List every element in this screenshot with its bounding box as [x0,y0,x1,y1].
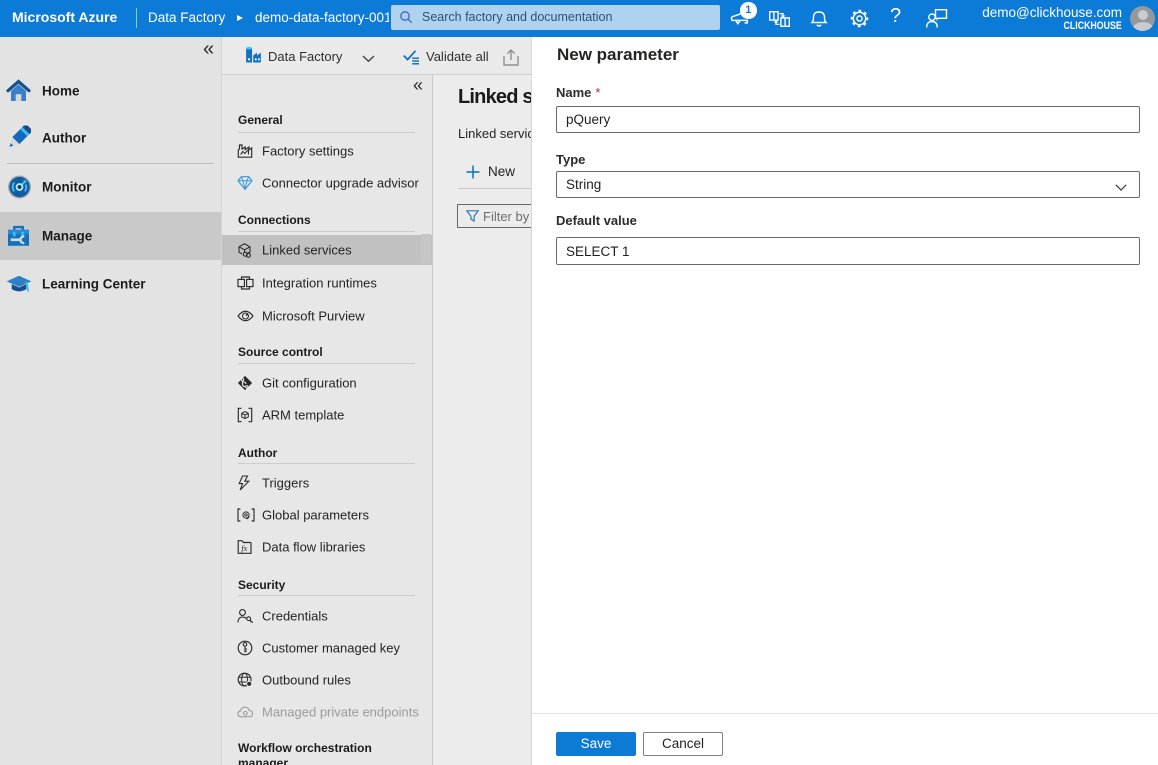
svg-text:fx: fx [241,543,247,553]
